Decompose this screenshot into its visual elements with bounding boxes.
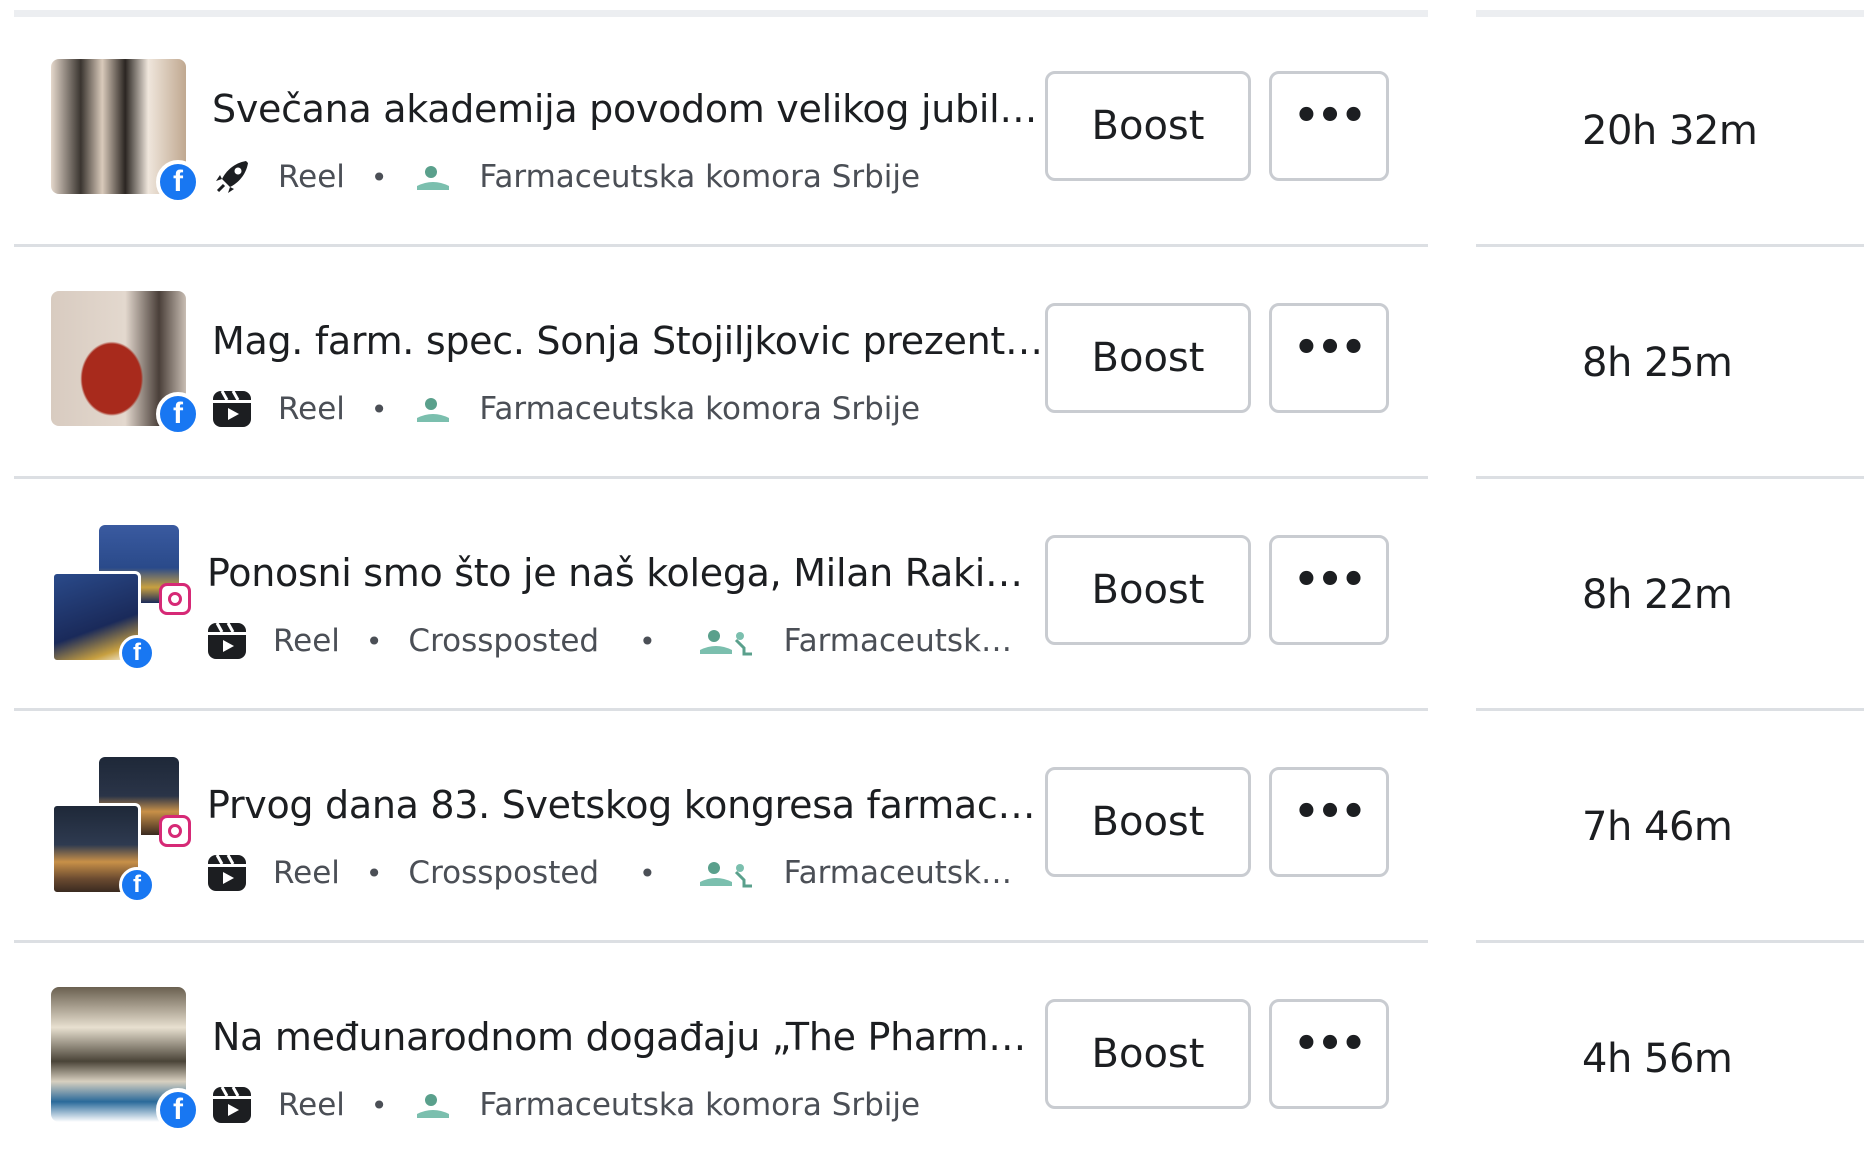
separator-dot: • — [639, 856, 656, 890]
time-cell: 8h 22m — [1476, 479, 1864, 711]
boost-button[interactable]: Boost — [1045, 535, 1251, 645]
facebook-icon: f — [156, 160, 200, 204]
post-row[interactable]: f Svečana akademija povodom velikog jubi… — [14, 15, 1428, 247]
post-meta: Reel • Farmaceutska komora Srbije — [210, 387, 1050, 431]
time-cell: 4h 56m — [1476, 943, 1864, 1175]
post-title[interactable]: Na međunarodnom događaju „The Pharma… — [212, 1015, 1046, 1059]
reel-icon — [210, 387, 254, 431]
facebook-icon: f — [119, 635, 155, 671]
post-thumbnail[interactable]: f — [51, 291, 200, 436]
reel-icon — [210, 1083, 254, 1127]
crossposted-label: Crossposted — [408, 855, 600, 891]
post-thumbnail[interactable]: f — [51, 987, 200, 1132]
facebook-icon: f — [156, 392, 200, 436]
time-cell: 20h 32m — [1476, 15, 1864, 247]
post-row[interactable]: f Mag. farm. spec. Sonja Stojiljkovic pr… — [14, 247, 1428, 479]
post-type: Reel — [278, 159, 345, 195]
more-options-button[interactable]: ••• — [1269, 767, 1389, 877]
elapsed-time: 4h 56m — [1582, 1036, 1733, 1082]
post-type: Reel — [273, 623, 340, 659]
page-name[interactable]: Farmaceutsk… — [784, 855, 1012, 891]
post-row[interactable]: f Ponosni smo što je naš kolega, Milan R… — [14, 479, 1428, 711]
reel-icon — [205, 851, 249, 895]
page-name[interactable]: Farmaceutska komora Srbije — [479, 159, 920, 195]
elapsed-time: 7h 46m — [1582, 804, 1733, 850]
elapsed-time: 8h 25m — [1582, 340, 1733, 386]
page-name[interactable]: Farmaceutska komora Srbije — [479, 1087, 920, 1123]
more-options-button[interactable]: ••• — [1269, 71, 1389, 181]
more-icon: ••• — [1293, 557, 1367, 603]
post-type: Reel — [278, 1087, 345, 1123]
post-thumbnail[interactable]: f — [51, 59, 200, 204]
post-row[interactable]: f Prvog dana 83. Svetskog kongresa farma… — [14, 711, 1428, 943]
more-icon: ••• — [1293, 1021, 1367, 1067]
elapsed-time: 20h 32m — [1582, 108, 1758, 154]
post-type: Reel — [278, 391, 345, 427]
post-thumbnail-group[interactable]: f — [51, 523, 201, 671]
more-options-button[interactable]: ••• — [1269, 535, 1389, 645]
post-title[interactable]: Svečana akademija povodom velikog jubile… — [212, 87, 1046, 131]
rocket-icon — [210, 155, 254, 199]
more-icon: ••• — [1293, 325, 1367, 371]
post-list: f Svečana akademija povodom velikog jubi… — [14, 0, 1428, 1167]
page-avatar-icon — [696, 626, 762, 656]
separator-dot: • — [370, 1088, 388, 1122]
crossposted-label: Crossposted — [408, 623, 600, 659]
time-cell: 7h 46m — [1476, 711, 1864, 943]
more-icon: ••• — [1293, 789, 1367, 835]
post-title[interactable]: Mag. farm. spec. Sonja Stojiljkovic prez… — [212, 319, 1046, 363]
post-title[interactable]: Prvog dana 83. Svetskog kongresa farmaci… — [207, 783, 1041, 827]
facebook-icon: f — [156, 1088, 200, 1132]
more-options-button[interactable]: ••• — [1269, 303, 1389, 413]
post-meta: Reel • Crossposted • Farmaceutsk… — [205, 619, 1045, 663]
instagram-icon — [159, 815, 191, 847]
page-name[interactable]: Farmaceutska komora Srbije — [479, 391, 920, 427]
reel-icon — [205, 619, 249, 663]
boost-button[interactable]: Boost — [1045, 767, 1251, 877]
boost-button[interactable]: Boost — [1045, 999, 1251, 1109]
separator-dot: • — [639, 624, 656, 658]
page-avatar-icon — [413, 1090, 457, 1120]
page-avatar-icon — [413, 394, 457, 424]
post-row[interactable]: f Na međunarodnom događaju „The Pharma… … — [14, 943, 1428, 1175]
post-title[interactable]: Ponosni smo što je naš kolega, Milan Rak… — [207, 551, 1041, 595]
instagram-icon — [159, 583, 191, 615]
post-type: Reel — [273, 855, 340, 891]
separator-dot: • — [365, 624, 383, 658]
separator-dot: • — [370, 160, 388, 194]
more-options-button[interactable]: ••• — [1269, 999, 1389, 1109]
separator-dot: • — [370, 392, 388, 426]
more-icon: ••• — [1293, 93, 1367, 139]
elapsed-time: 8h 22m — [1582, 572, 1733, 618]
page-name[interactable]: Farmaceutsk… — [784, 623, 1012, 659]
separator-dot: • — [365, 856, 383, 890]
time-column: 20h 32m 8h 25m 8h 22m 7h 46m 4h 56m — [1476, 0, 1864, 1167]
post-meta: Reel • Farmaceutska komora Srbije — [210, 1083, 1050, 1127]
boost-button[interactable]: Boost — [1045, 71, 1251, 181]
facebook-icon: f — [119, 867, 155, 903]
time-cell: 8h 25m — [1476, 247, 1864, 479]
page-avatar-icon — [413, 162, 457, 192]
boost-button[interactable]: Boost — [1045, 303, 1251, 413]
page-avatar-icon — [696, 858, 762, 888]
post-meta: Reel • Farmaceutska komora Srbije — [210, 155, 1050, 199]
post-meta: Reel • Crossposted • Farmaceutsk… — [205, 851, 1045, 895]
post-thumbnail-group[interactable]: f — [51, 755, 201, 903]
